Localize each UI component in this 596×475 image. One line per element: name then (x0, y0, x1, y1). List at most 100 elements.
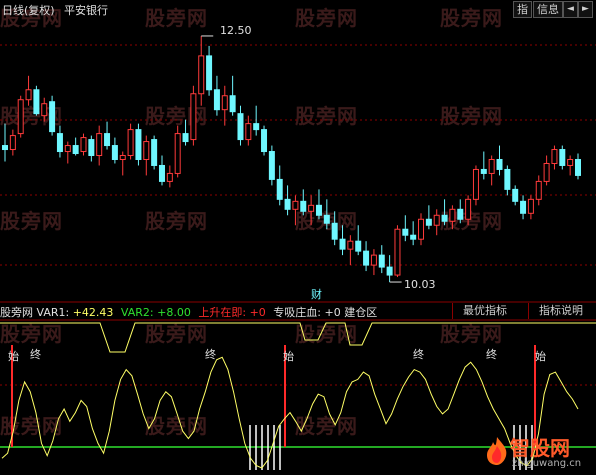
high-price-label: 12.50 (220, 24, 252, 37)
candle-body-down (158, 164, 165, 182)
candle-body-down (49, 101, 56, 133)
signal-end-label: 终 (205, 348, 216, 361)
candle-body-up (527, 198, 534, 214)
indicator-button[interactable]: 指 (513, 1, 532, 18)
candle-body-down (56, 133, 63, 153)
tab-indicator-help[interactable]: 指标说明 (528, 303, 593, 319)
arrow-left-button[interactable]: ◄ (563, 1, 578, 18)
signal-start-label: 始 (535, 350, 546, 363)
var2-label: VAR2: (120, 306, 154, 319)
stock-name[interactable]: 平安银行 (64, 2, 108, 18)
info-button[interactable]: 信息 (533, 1, 563, 18)
candle-body-down (425, 218, 432, 226)
brand-logo: 智股网 zhiguwang.cn (484, 432, 592, 472)
candle-body-down (520, 200, 527, 214)
candle-body-up (221, 95, 228, 111)
stock-chart-window: 股旁网 股旁网 股旁网 股旁网 股旁网 股旁网 股旁网 股旁网 股旁网 股旁网 … (0, 0, 596, 475)
candle-body-up (190, 93, 197, 141)
candle-body-up (9, 135, 16, 151)
logo-text: 智股网 (510, 436, 570, 460)
candle-body-up (308, 204, 315, 212)
candle-body-up (418, 218, 425, 240)
candle-body-up (80, 137, 87, 153)
var2-value: +8.00 (157, 306, 191, 319)
candle-body-down (575, 158, 581, 176)
candle-body-down (331, 222, 338, 240)
grid-lines (0, 44, 596, 386)
tail-text: 建仓区 (344, 306, 378, 319)
candle-body-down (237, 113, 244, 141)
candle-body-up (245, 123, 252, 141)
candle-body-up (166, 172, 173, 182)
candle-body-up (127, 129, 134, 157)
var3-value: +0 (249, 306, 266, 319)
candle-body-up (143, 141, 150, 160)
candle-body-down (480, 168, 487, 174)
candle-body-up (64, 145, 71, 153)
candle-body-down (88, 139, 95, 157)
candle-body-down (386, 266, 393, 276)
candle-body-down (402, 228, 409, 236)
candle-body-down (355, 240, 362, 252)
candle-body-down (33, 89, 40, 115)
signal-end-label: 终 (413, 348, 424, 361)
candle-body-up (449, 208, 456, 222)
candle-body-down (213, 89, 220, 111)
chart-canvas (0, 35, 596, 470)
candle-body-down (512, 188, 519, 202)
indicator-title-bar: 股旁网 VAR1: +42.43 VAR2: +8.00 上升在即: +0 专吸… (0, 304, 377, 320)
candle-body-down (300, 200, 307, 212)
candle-body-down (206, 55, 213, 91)
logo-url: zhiguwang.cn (512, 458, 582, 469)
candle-body-down (268, 151, 275, 180)
arrow-right-button[interactable]: ► (578, 1, 593, 18)
candle-body-down (457, 208, 464, 220)
candle-body-up (41, 103, 48, 117)
candle-body-down (253, 123, 260, 131)
candle-body-up (567, 158, 574, 166)
candle-body-up (347, 240, 354, 250)
candle-body-up (394, 228, 401, 276)
signal-start-label: 始 (8, 350, 19, 363)
candle-body-up (465, 198, 472, 220)
signal-end-label: 终 (486, 348, 497, 361)
period-label[interactable]: 日线(复权) (2, 2, 55, 18)
candle-body-down (151, 139, 158, 166)
flame-icon (484, 436, 510, 466)
low-price-label: 10.03 (404, 278, 436, 291)
tab-best-indicator[interactable]: 最优指标 (452, 303, 517, 319)
candle-body-down (261, 129, 268, 153)
candle-body-up (119, 155, 126, 160)
candle-body-up (535, 180, 542, 200)
signal-end-label: 终 (30, 348, 41, 361)
candle-body-up (370, 254, 377, 266)
candle-body-down (559, 149, 566, 166)
candle-body-down (410, 234, 417, 240)
candle-body-up (551, 149, 558, 164)
candle-body-down (276, 178, 283, 200)
var3-label: 上升在即: (198, 306, 247, 319)
var4-value: +0 (324, 306, 341, 319)
candlestick-series (2, 35, 581, 283)
candle-body-up (96, 133, 103, 157)
candle-body-up (488, 158, 495, 174)
candle-body-down (504, 168, 511, 190)
candle-body-up (198, 55, 205, 95)
var4-label: 专吸庄血: (273, 306, 321, 319)
candle-body-up (433, 214, 440, 226)
candle-body-up (472, 168, 479, 200)
finance-marker[interactable]: 财 (311, 286, 322, 302)
candle-body-up (25, 89, 32, 101)
candle-body-down (496, 158, 503, 170)
candle-body-up (543, 162, 550, 182)
indicator-name: 股旁网 (0, 306, 33, 319)
candle-body-down (363, 250, 370, 266)
candle-body-down (378, 254, 385, 268)
signal-start-label: 始 (283, 350, 294, 363)
candle-body-down (323, 214, 330, 224)
candle-body-up (174, 133, 181, 174)
candle-body-down (104, 133, 111, 147)
candle-body-up (292, 200, 299, 210)
candle-body-up (17, 99, 24, 135)
candle-body-down (229, 95, 236, 113)
